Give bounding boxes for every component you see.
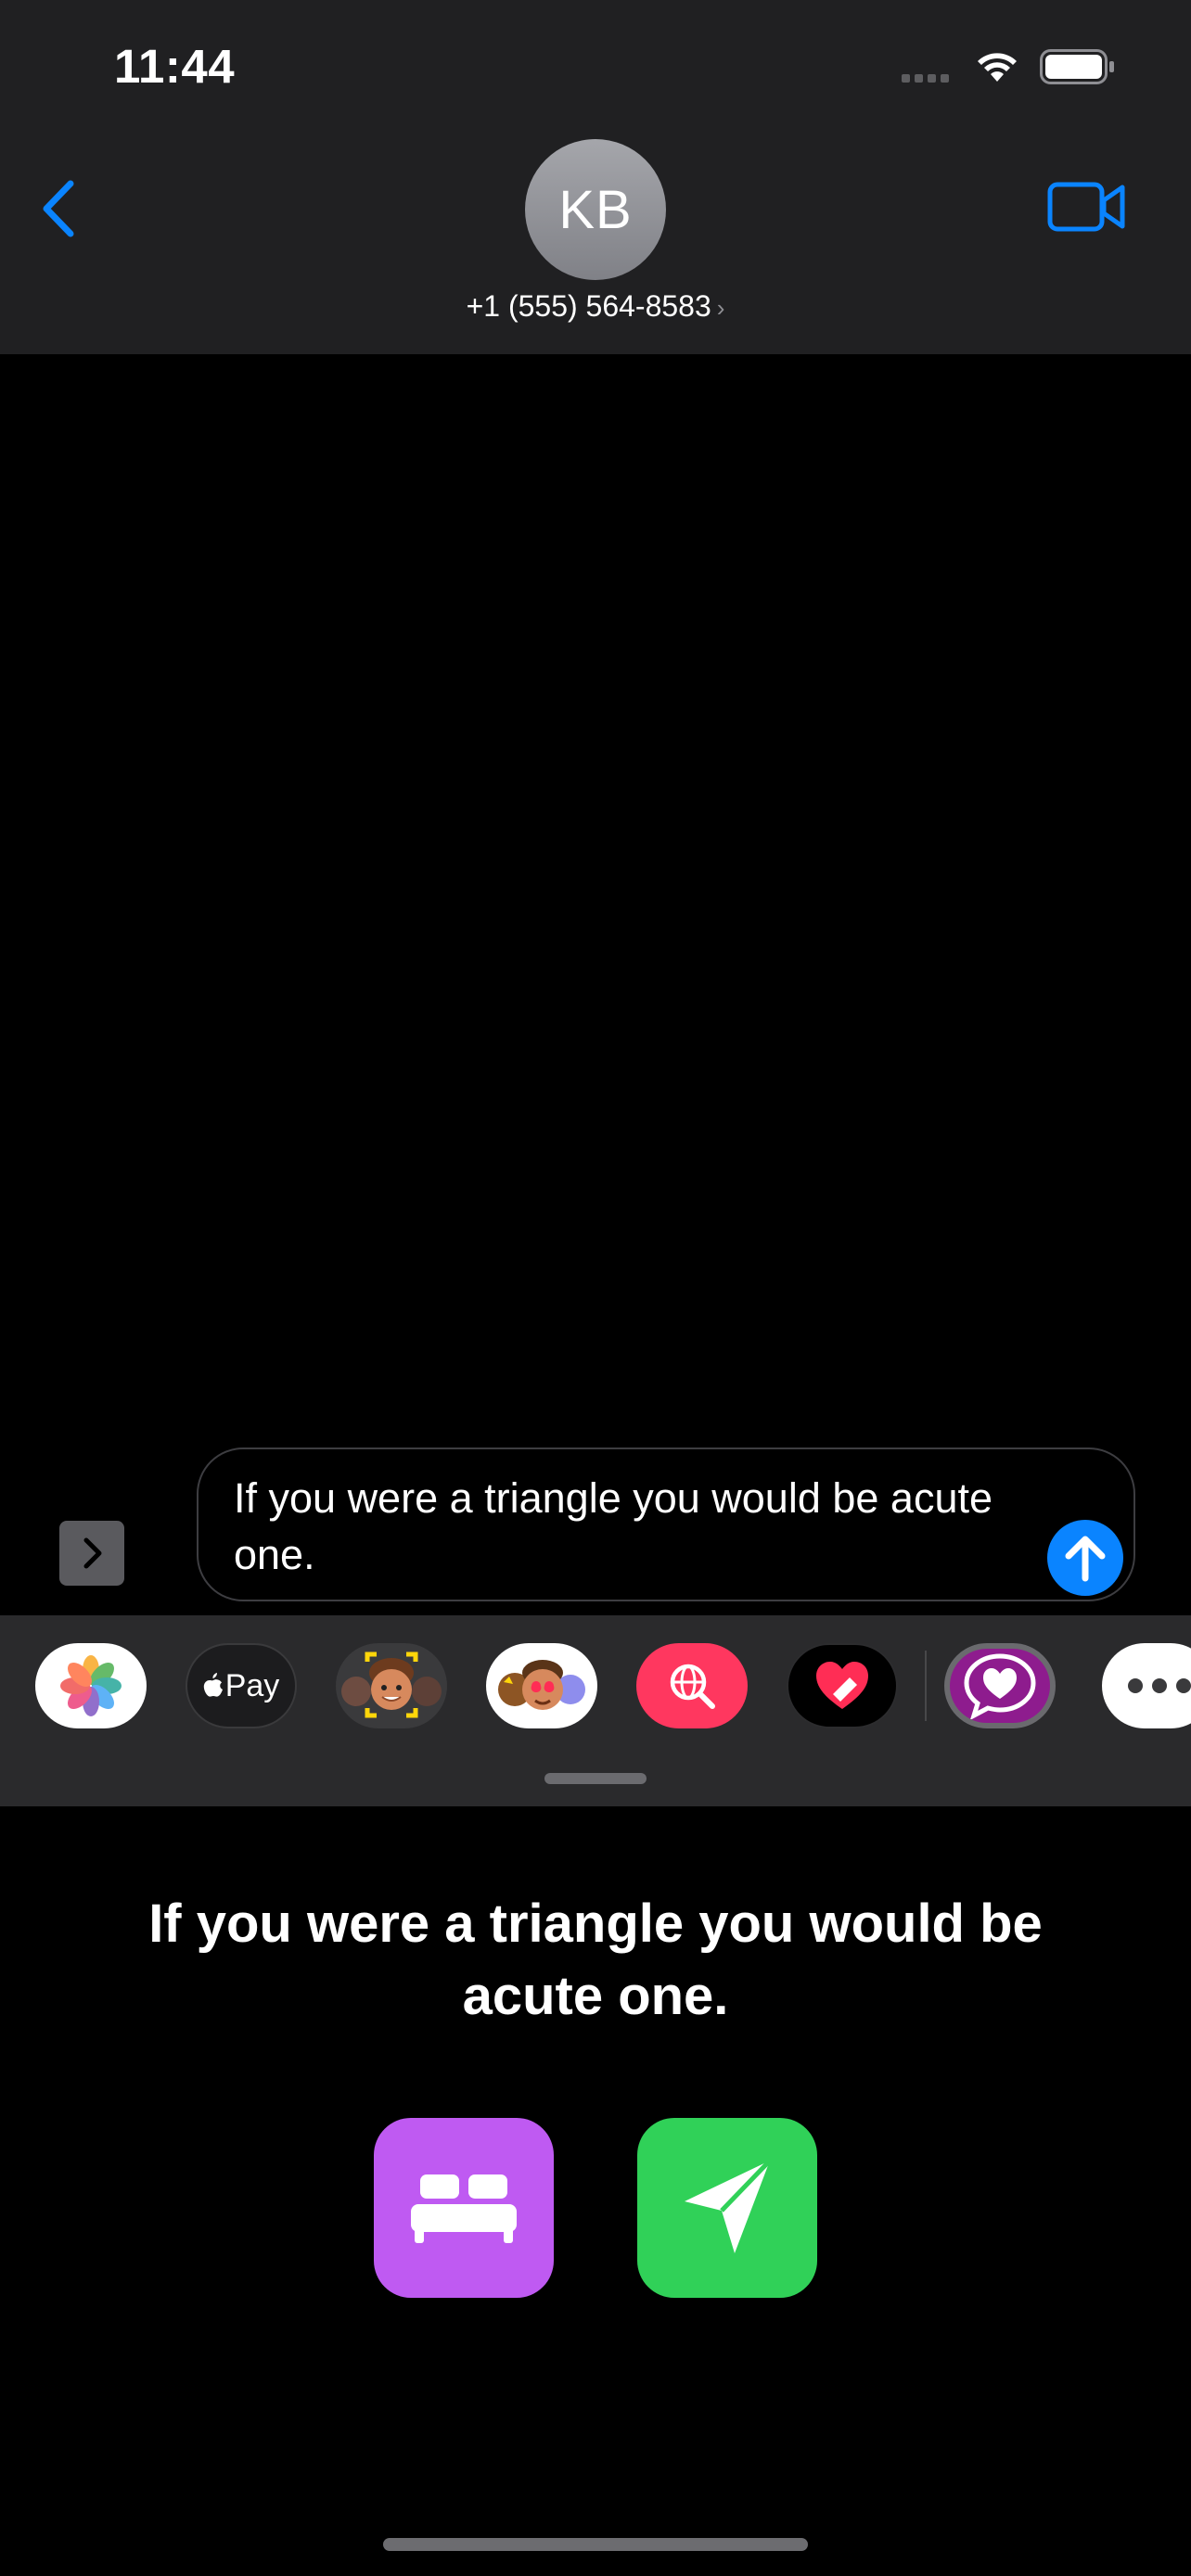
memoji-stickers-app[interactable]	[486, 1643, 597, 1728]
message-input-text[interactable]: If you were a triangle you would be acut…	[234, 1470, 1031, 1583]
drawer-grabber[interactable]	[544, 1773, 647, 1784]
status-time: 11:44	[114, 40, 236, 93]
photos-app[interactable]	[35, 1643, 147, 1728]
chevron-right-icon: ›	[716, 294, 725, 322]
contact-avatar[interactable]: KB	[525, 139, 666, 280]
message-list[interactable]	[0, 354, 1191, 1448]
love-messages-app[interactable]	[944, 1643, 1056, 1728]
panel-message: If you were a triangle you would be acut…	[148, 1894, 1043, 2026]
memoji-camera-app[interactable]	[336, 1643, 447, 1728]
send-button[interactable]	[1047, 1520, 1123, 1596]
chevron-left-icon	[43, 180, 74, 237]
paper-plane-icon	[685, 2159, 772, 2253]
memoji-stickers-icon	[498, 1660, 585, 1710]
message-input[interactable]: If you were a triangle you would be acut…	[197, 1447, 1135, 1601]
facetime-video-icon[interactable]	[1046, 176, 1128, 237]
heart-speech-bubble-icon	[964, 1653, 1036, 1719]
chevron-right-icon	[83, 1537, 102, 1569]
digital-touch-app[interactable]	[787, 1643, 898, 1728]
ellipsis-icon	[1128, 1678, 1191, 1693]
conversation-header: 11:44 KB +1 (555) 564-8583 ›	[0, 0, 1191, 354]
wifi-icon	[978, 53, 1017, 82]
send-message-button[interactable]	[637, 2118, 817, 2298]
battery-icon	[1040, 49, 1114, 84]
contact-details-link[interactable]: +1 (555) 564-8583 ›	[0, 289, 1191, 324]
apple-pay-app[interactable]: Pay	[186, 1643, 297, 1728]
avatar-initials: KB	[558, 179, 633, 240]
extension-panel: If you were a triangle you would be acut…	[0, 1806, 1191, 2576]
more-apps[interactable]	[1102, 1643, 1191, 1728]
apple-pay-label: Pay	[224, 1667, 280, 1703]
cellular-signal-icon	[902, 74, 949, 83]
bed-button[interactable]	[374, 2118, 554, 2298]
apple-logo-icon	[203, 1673, 223, 1697]
memoji-face-icon	[341, 1651, 442, 1718]
photos-flower-icon	[60, 1655, 122, 1716]
app-drawer[interactable]: Pay	[0, 1615, 1191, 1806]
globe-search-icon	[670, 1664, 715, 1709]
contact-phone: +1 (555) 564-8583	[466, 289, 711, 323]
arrow-up-icon	[1065, 1536, 1106, 1582]
home-indicator	[383, 2538, 808, 2551]
heart-touch-icon	[816, 1662, 868, 1709]
image-search-app[interactable]	[636, 1643, 748, 1728]
back-button[interactable]	[37, 172, 93, 246]
expand-apps-button[interactable]	[59, 1521, 124, 1586]
drawer-divider	[925, 1651, 927, 1721]
bed-icon	[411, 2174, 517, 2243]
